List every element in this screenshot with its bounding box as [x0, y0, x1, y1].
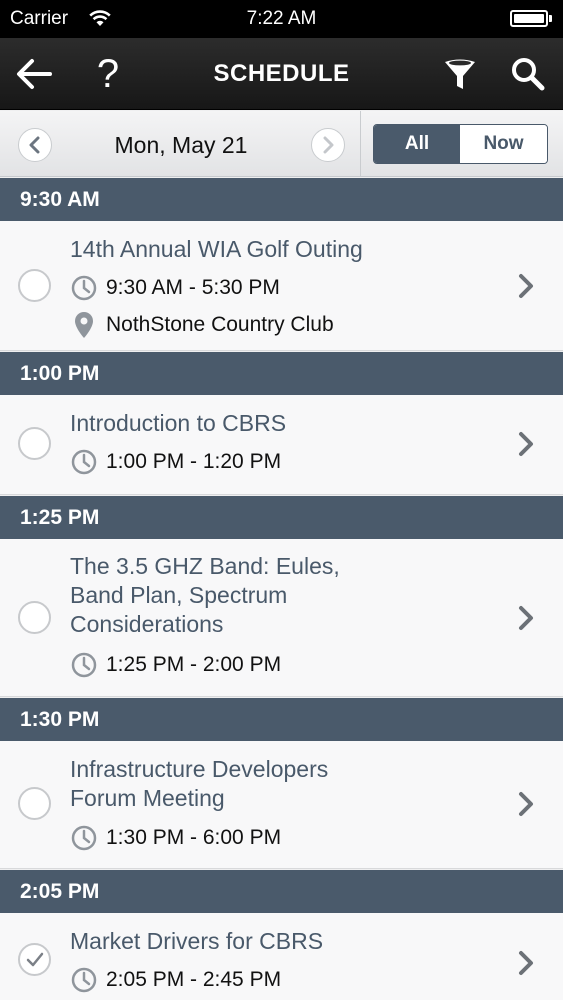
session-title-line: Introduction to CBRS [70, 410, 287, 436]
status-bar: Carrier 7:22 AM [0, 0, 563, 38]
attend-checkbox[interactable] [18, 427, 51, 460]
session-time-range: 1:25 PM - 2:00 PM [106, 653, 282, 676]
attend-checkbox[interactable] [18, 601, 51, 634]
session-time: 9:30 AM - 5:30 PM [70, 273, 280, 303]
session-title-line: The 3.5 GHZ Band: Eules, [70, 553, 340, 579]
session-time-range: 1:00 PM - 1:20 PM [106, 450, 282, 473]
session-location: NothStone Country Club [70, 310, 334, 340]
session-title-line: Band Plan, Spectrum [70, 582, 288, 608]
section-header: 2:05 PM [0, 870, 563, 913]
search-button[interactable] [498, 38, 558, 110]
session-title-line: Market Drivers for CBRS [70, 928, 324, 954]
attend-checkbox[interactable] [18, 269, 51, 302]
chevron-right-icon [323, 136, 334, 154]
session-title: Infrastructure Developers Forum Meeting [70, 755, 470, 813]
session-title: Introduction to CBRS [70, 409, 470, 438]
list-item[interactable]: The 3.5 GHZ Band: Eules, Band Plan, Spec… [0, 539, 563, 697]
nav-bar: ? SCHEDULE [0, 38, 563, 110]
attend-checkbox[interactable] [18, 943, 51, 976]
back-arrow-icon [17, 59, 52, 89]
chevron-right-icon [519, 792, 533, 816]
filter-button[interactable] [430, 38, 490, 110]
session-time: 1:00 PM - 1:20 PM [70, 447, 281, 477]
session-title-line: Forum Meeting [70, 785, 225, 811]
session-title: Market Drivers for CBRS [70, 927, 470, 956]
section-header: 9:30 AM [0, 178, 563, 221]
list-item[interactable]: Infrastructure Developers Forum Meeting … [0, 741, 563, 869]
filter-icon [445, 59, 475, 89]
back-button[interactable] [4, 38, 64, 110]
section-header: 1:25 PM [0, 496, 563, 539]
chevron-left-icon [29, 136, 40, 154]
session-title: The 3.5 GHZ Band: Eules, Band Plan, Spec… [70, 552, 470, 639]
battery-icon [510, 10, 548, 27]
section-header: 1:30 PM [0, 698, 563, 741]
clock-icon [71, 275, 97, 301]
session-time-range: 1:30 PM - 6:00 PM [106, 826, 282, 849]
session-time: 1:25 PM - 2:00 PM [70, 650, 281, 680]
chevron-right-icon [519, 606, 533, 630]
list-item[interactable]: Market Drivers for CBRS 2:05 PM - 2:45 P… [0, 913, 563, 1000]
session-title-line: 14th Annual WIA Golf Outing [70, 236, 363, 262]
session-time: 1:30 PM - 6:00 PM [70, 823, 281, 853]
question-mark-icon: ? [96, 51, 120, 96]
chevron-right-icon [519, 432, 533, 456]
session-time: 2:05 PM - 2:45 PM [70, 965, 281, 995]
segment-now[interactable]: Now [460, 125, 547, 163]
chevron-right-icon [519, 951, 533, 975]
battery-tip [549, 15, 552, 22]
session-title: 14th Annual WIA Golf Outing [70, 235, 470, 264]
clock-icon [71, 449, 97, 475]
next-day-button[interactable] [311, 128, 345, 162]
list-item[interactable]: 14th Annual WIA Golf Outing 9:30 AM - 5:… [0, 221, 563, 351]
list-item[interactable]: Introduction to CBRS 1:00 PM - 1:20 PM [0, 395, 563, 495]
selected-date: Mon, May 21 [114, 132, 248, 158]
toolbar-divider [360, 111, 361, 176]
clock-icon [71, 967, 97, 993]
previous-day-button[interactable] [18, 128, 52, 162]
filter-segmented-control: All Now [373, 124, 548, 164]
help-button[interactable]: ? [78, 38, 138, 110]
clock-icon [71, 652, 97, 678]
segment-all[interactable]: All [374, 125, 460, 163]
chevron-right-icon [519, 274, 533, 298]
search-icon [512, 58, 545, 91]
checkmark-icon [26, 952, 43, 966]
session-title-line: Considerations [70, 611, 224, 637]
session-time-range: 2:05 PM - 2:45 PM [106, 968, 282, 991]
attend-checkbox[interactable] [18, 787, 51, 820]
session-title-line: Infrastructure Developers [70, 756, 329, 782]
section-header: 1:00 PM [0, 352, 563, 395]
session-time-range: 9:30 AM - 5:30 PM [106, 276, 280, 299]
clock-icon [71, 825, 97, 851]
location-pin-icon [75, 312, 93, 338]
session-location-label: NothStone Country Club [106, 313, 334, 336]
status-time: 7:22 AM [246, 8, 317, 29]
